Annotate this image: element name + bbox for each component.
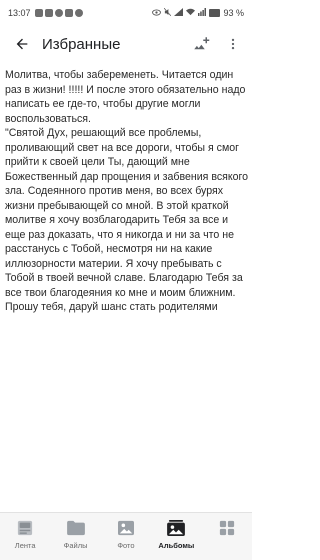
add-photo-icon — [194, 37, 210, 50]
nav-label-feed: Лента — [14, 541, 36, 550]
app-notification-icon — [54, 9, 63, 17]
status-bar: 13:07 93 % — [0, 0, 252, 26]
battery-icon — [209, 9, 221, 17]
status-time: 13:07 — [8, 8, 31, 18]
nav-label-albums: Альбомы — [158, 541, 195, 550]
nav-label-files: Файлы — [63, 541, 88, 550]
notification-icons — [34, 9, 83, 17]
nav-item-photos[interactable]: Фото — [101, 519, 151, 550]
note-text: Молитва, чтобы забеременеть. Читается од… — [5, 69, 249, 313]
nav-item-albums[interactable]: Альбомы — [151, 519, 201, 550]
visibility-icon — [152, 8, 162, 18]
bottom-navigation: Лента Файлы Фото Альбомы — [0, 512, 252, 560]
video-notification-icon — [44, 9, 53, 17]
signal-icon — [174, 8, 184, 18]
battery-percent: 93 % — [223, 8, 244, 18]
nav-label-photos: Фото — [117, 541, 135, 550]
feed-icon — [14, 519, 36, 537]
back-button[interactable] — [4, 26, 40, 62]
folder-icon — [65, 519, 87, 537]
message-notification-icon — [34, 9, 43, 17]
page-title: Избранные — [42, 35, 121, 53]
mute-icon — [164, 7, 172, 18]
photo-icon — [115, 519, 137, 537]
nav-item-feed[interactable]: Лента — [0, 519, 50, 550]
battery-level-fill — [210, 10, 219, 16]
more-options-button[interactable] — [220, 31, 246, 57]
add-photo-button[interactable] — [188, 31, 214, 57]
more-vert-icon — [231, 38, 235, 50]
app-bar-actions — [188, 31, 246, 57]
nav-item-apps[interactable] — [202, 519, 252, 541]
nav-item-files[interactable]: Файлы — [51, 519, 101, 550]
chat-notification-icon — [64, 9, 73, 17]
app-bar: Избранные — [0, 26, 252, 62]
more-notifications-icon — [74, 9, 83, 17]
wifi-icon — [186, 8, 196, 18]
system-status: 93 % — [152, 7, 244, 18]
arrow-back-icon — [16, 38, 28, 50]
signal-bars-icon — [198, 8, 207, 18]
albums-icon — [165, 519, 187, 537]
apps-icon — [216, 519, 238, 537]
